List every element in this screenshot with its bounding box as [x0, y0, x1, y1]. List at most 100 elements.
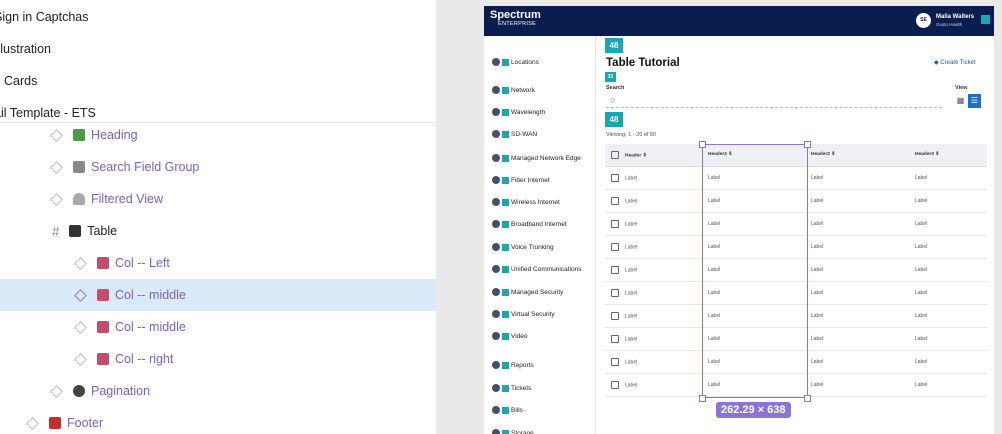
- cell-label: Label: [625, 197, 638, 204]
- layer-table[interactable]: # Table: [0, 215, 436, 247]
- sidebar-item-label: Managed Security: [511, 288, 564, 296]
- row-checkbox[interactable]: [611, 380, 619, 389]
- dna-icon: [97, 321, 109, 333]
- layer-col-right[interactable]: Col -- right: [0, 343, 436, 375]
- spacing-tag: [502, 361, 509, 369]
- create-ticket-link[interactable]: ◆ Create Ticket: [934, 59, 976, 66]
- header-cell[interactable]: Header3 ⇕: [909, 144, 987, 167]
- nav-icon: [492, 154, 500, 162]
- table-cell: Label: [805, 258, 909, 282]
- layer-col-middle[interactable]: Col -- middle: [0, 311, 436, 343]
- table-cell: Label: [605, 350, 702, 374]
- spacing-badge: 48: [605, 112, 623, 127]
- layer-col-left[interactable]: Col -- Left: [0, 247, 436, 279]
- layer-col-middle-selected[interactable]: Col -- middle: [0, 279, 436, 311]
- sidebar-item[interactable]: Video: [492, 330, 528, 342]
- table-cell: Label: [909, 304, 987, 328]
- row-checkbox[interactable]: [611, 311, 619, 320]
- resize-handle[interactable]: [699, 141, 706, 148]
- layer-label: Footer: [67, 416, 104, 430]
- row-checkbox[interactable]: [611, 242, 619, 251]
- sidebar-item[interactable]: Managed Security: [492, 286, 563, 298]
- layer-heading[interactable]: Heading: [0, 119, 436, 151]
- dna-icon: [97, 289, 109, 301]
- sidebar-item[interactable]: Voice Trunking: [492, 241, 554, 253]
- spacing-tag: [502, 243, 509, 251]
- row-checkbox[interactable]: [611, 219, 619, 228]
- spacing-tag: [502, 176, 509, 184]
- sidebar-item[interactable]: Managed Network Edge: [492, 152, 581, 164]
- cell-label: Label: [811, 312, 824, 319]
- book-icon: [73, 129, 85, 141]
- selection-outline: [702, 144, 808, 398]
- table-cell: Label: [605, 304, 702, 328]
- app-frame[interactable]: Spectrum ENTERPRISE SE Malia Walters Gus…: [484, 6, 994, 434]
- avatar[interactable]: SE: [916, 13, 931, 28]
- layer-footer[interactable]: Footer: [0, 407, 436, 434]
- row-checkbox[interactable]: [611, 196, 619, 205]
- sidebar-item[interactable]: Reports: [492, 359, 534, 371]
- row-checkbox[interactable]: [611, 265, 619, 274]
- component-instance-icon: [74, 352, 87, 366]
- brand-logo[interactable]: Spectrum ENTERPRISE: [490, 10, 541, 29]
- layer-label: Col -- middle: [115, 320, 186, 334]
- row-checkbox[interactable]: [611, 334, 619, 343]
- resize-handle[interactable]: [804, 395, 811, 402]
- layer-search-field-group[interactable]: Search Field Group: [0, 151, 436, 183]
- nav-icon: [492, 243, 500, 251]
- layer-illustration[interactable]: Illustration: [0, 42, 51, 56]
- nav-icon: [492, 332, 500, 340]
- header-cell[interactable]: Header ⇕: [605, 144, 702, 167]
- resize-handle[interactable]: [699, 395, 706, 402]
- grid-view-button[interactable]: ▦: [954, 94, 967, 108]
- sidebar-item[interactable]: Network: [492, 84, 535, 96]
- sidebar-item-label: Virtual Security: [511, 310, 555, 318]
- component-instance-icon: [74, 288, 87, 302]
- frame-hash-icon: #: [52, 223, 60, 239]
- select-all-checkbox[interactable]: [611, 150, 619, 159]
- sidebar-item-label: Broadband Internet: [511, 220, 567, 228]
- table-cell: Label: [605, 327, 702, 351]
- sidebar-item[interactable]: Wireless Internet: [492, 196, 560, 208]
- sidebar-item[interactable]: Unified Communications: [492, 263, 581, 275]
- layer-pagination[interactable]: Pagination: [0, 375, 436, 407]
- sidebar-item[interactable]: Tickets: [492, 382, 531, 394]
- nav-icon: [492, 406, 500, 414]
- sidebar-item[interactable]: Virtual Security: [492, 308, 555, 320]
- header-cell[interactable]: Header2 ⇕: [805, 144, 909, 167]
- row-checkbox[interactable]: [611, 288, 619, 297]
- sidebar-item[interactable]: Bills: [492, 404, 523, 416]
- sidebar-item[interactable]: Wavelength: [492, 106, 545, 118]
- sidebar-item-label: Bills: [511, 406, 523, 414]
- spacing-markers-column: [484, 40, 489, 434]
- layer-filtered-view[interactable]: Filtered View: [0, 183, 436, 215]
- spacing-tag: [502, 154, 509, 162]
- component-instance-icon: [50, 160, 63, 174]
- layer-label: Col -- right: [115, 352, 174, 366]
- cell-label: Label: [625, 174, 638, 181]
- grid-icon: [69, 225, 82, 237]
- nav-icon: [492, 130, 500, 138]
- row-checkbox[interactable]: [611, 173, 619, 182]
- list-view-button[interactable]: ☰: [968, 94, 981, 108]
- sidebar-item[interactable]: Broadband Internet: [492, 218, 567, 230]
- search-icon: ○: [610, 95, 616, 105]
- nav-icon: [492, 429, 500, 434]
- table-cell: Label: [605, 212, 702, 236]
- sidebar-item[interactable]: SD-WAN: [492, 128, 537, 140]
- sidebar-item[interactable]: Fiber Internet: [492, 174, 550, 186]
- nav-icon: [492, 58, 500, 66]
- layer-cards[interactable]: Cards: [4, 74, 37, 88]
- search-input[interactable]: [606, 94, 942, 108]
- design-canvas[interactable]: Spectrum ENTERPRISE SE Malia Walters Gus…: [436, 0, 1002, 434]
- layer-sign-in-captchas[interactable]: Sign in Captchas: [0, 10, 89, 24]
- filter-icon: [73, 193, 85, 205]
- sidebar-item-label: Wireless Internet: [511, 198, 560, 206]
- component-instance-icon: [74, 256, 87, 270]
- layer-email-template[interactable]: ail Template - ETS: [0, 106, 96, 120]
- row-checkbox[interactable]: [611, 357, 619, 366]
- resize-handle[interactable]: [804, 141, 811, 148]
- dna-icon: [97, 257, 109, 269]
- sidebar-item[interactable]: Storage: [492, 427, 534, 434]
- sidebar-item[interactable]: Locations: [492, 56, 539, 68]
